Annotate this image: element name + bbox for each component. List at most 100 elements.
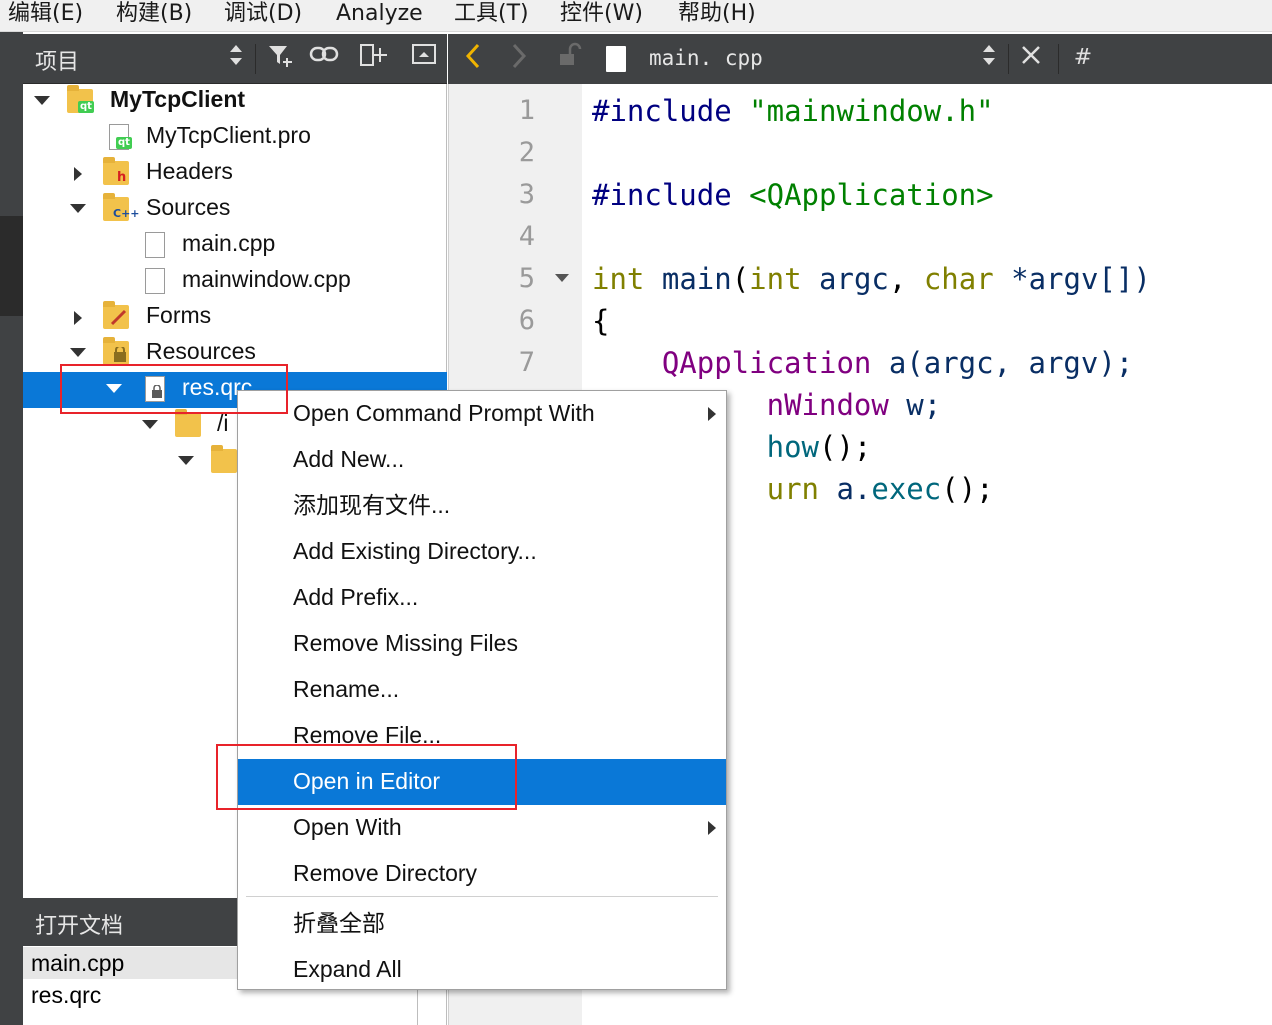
menu-debug[interactable]: 调试(D) xyxy=(224,0,302,30)
include-string: "mainwindow.h" xyxy=(749,94,994,128)
tree-item-main-cpp[interactable]: main.cpp xyxy=(23,228,447,264)
tree-item-forms[interactable]: Forms xyxy=(23,300,447,336)
menu-bar: 编辑(E) 构建(B) 调试(D) Analyze 工具(T) 控件(W) 帮助… xyxy=(0,0,1272,32)
menu-tools[interactable]: 工具(T) xyxy=(454,0,529,30)
include-string: <QApplication> xyxy=(749,178,994,212)
punctuation: , xyxy=(888,262,907,296)
line-number: 2 xyxy=(518,137,535,168)
collapse-arrow-icon[interactable] xyxy=(34,96,50,105)
menu-item-add-existing-files[interactable]: 添加现有文件... xyxy=(238,483,726,529)
project-panel-header: 项目 xyxy=(23,34,447,84)
editor-toolbar: main. cpp # xyxy=(448,34,1272,84)
class-name: QApplication xyxy=(661,346,872,380)
current-file-name[interactable]: main. cpp xyxy=(649,46,763,70)
keyword: int xyxy=(592,262,645,296)
preprocessor-directive: #include xyxy=(592,178,732,212)
symbol-hash-button[interactable]: # xyxy=(1068,42,1098,74)
menu-widgets[interactable]: 控件(W) xyxy=(560,0,643,30)
open-documents-title: 打开文档 xyxy=(35,914,124,939)
menu-item-open-with[interactable]: Open With xyxy=(238,805,726,851)
submenu-arrow-icon xyxy=(708,407,716,421)
mode-sidebar-active-marker xyxy=(0,216,23,316)
code-text: a(argc, argv); xyxy=(888,346,1134,380)
menu-item-rename[interactable]: Rename... xyxy=(238,667,726,713)
document-icon xyxy=(606,46,626,72)
class-name: nWindow xyxy=(766,388,889,422)
project-name: MyTcpClient xyxy=(110,86,246,112)
tree-item-headers[interactable]: h Headers xyxy=(23,156,447,192)
qt-pro-file-icon: qt xyxy=(109,124,132,150)
collapse-arrow-icon[interactable] xyxy=(70,204,86,213)
expand-arrow-icon[interactable] xyxy=(74,167,82,181)
annotation-highlight-box xyxy=(60,364,288,414)
prefix-folder-icon xyxy=(175,409,201,437)
menu-item-remove-missing-files[interactable]: Remove Missing Files xyxy=(238,621,726,667)
file-icon xyxy=(145,268,165,294)
menu-item-label: Open Command Prompt With xyxy=(293,400,595,426)
resources-folder-icon xyxy=(103,337,129,365)
toolbar-separator xyxy=(1008,44,1009,74)
collapse-arrow-icon[interactable] xyxy=(70,348,86,357)
main-cpp-label: main.cpp xyxy=(182,230,276,256)
parameter: *argv[]) xyxy=(1011,262,1151,296)
headers-folder-icon: h xyxy=(103,157,129,185)
tree-item-mainwindow-cpp[interactable]: mainwindow.cpp xyxy=(23,264,447,300)
subfolder-icon xyxy=(211,445,237,473)
filter-icon[interactable] xyxy=(263,42,297,74)
tree-item-pro-file[interactable]: qt MyTcpClient.pro xyxy=(23,120,447,156)
line-number: 7 xyxy=(518,347,535,378)
expand-arrow-icon[interactable] xyxy=(74,311,82,325)
menu-item-expand-all[interactable]: Expand All xyxy=(238,947,726,993)
line-number: 4 xyxy=(518,221,535,252)
prefix-label: /i xyxy=(217,410,229,436)
close-icon[interactable] xyxy=(1016,42,1046,74)
function-name: how xyxy=(766,430,819,464)
tree-item-project[interactable]: qt MyTcpClient xyxy=(23,84,447,120)
hide-panel-icon[interactable] xyxy=(407,42,441,74)
menu-item-label: Open With xyxy=(293,814,402,840)
mainwindow-cpp-label: mainwindow.cpp xyxy=(182,266,351,292)
headers-label: Headers xyxy=(146,158,233,184)
annotation-highlight-box xyxy=(216,744,517,810)
menu-help[interactable]: 帮助(H) xyxy=(678,0,756,30)
keyword: urn xyxy=(766,472,819,506)
code-line-1: #include "mainwindow.h" xyxy=(592,90,994,132)
toolbar-separator xyxy=(1058,44,1059,74)
function-name: main xyxy=(661,262,732,296)
menu-item-add-new[interactable]: Add New... xyxy=(238,437,726,483)
back-arrow-icon[interactable] xyxy=(460,42,486,74)
menu-analyze[interactable]: Analyze xyxy=(336,0,423,30)
menu-item-remove-directory[interactable]: Remove Directory xyxy=(238,851,726,897)
menu-item-collapse-all[interactable]: 折叠全部 xyxy=(238,901,726,947)
menu-item-add-existing-directory[interactable]: Add Existing Directory... xyxy=(238,529,726,575)
menu-edit[interactable]: 编辑(E) xyxy=(8,0,83,30)
lock-icon[interactable] xyxy=(554,42,584,74)
mode-sidebar xyxy=(0,32,23,1025)
split-add-icon[interactable] xyxy=(357,42,391,74)
submenu-arrow-icon xyxy=(708,821,716,835)
code-line-3: #include <QApplication> xyxy=(592,174,994,216)
code-text: (); xyxy=(819,430,872,464)
sources-folder-icon: C++ xyxy=(103,193,140,221)
forward-arrow-icon[interactable] xyxy=(506,42,532,74)
file-switch-arrows-icon[interactable] xyxy=(978,42,1000,74)
sort-arrows-icon[interactable] xyxy=(223,42,249,74)
collapse-arrow-icon[interactable] xyxy=(178,456,194,465)
tree-item-sources[interactable]: C++ Sources xyxy=(23,192,447,228)
forms-label: Forms xyxy=(146,302,212,328)
collapse-arrow-icon[interactable] xyxy=(142,420,158,429)
qt-badge: qt xyxy=(116,137,132,149)
link-icon[interactable] xyxy=(307,42,341,74)
menu-item-open-command-prompt[interactable]: Open Command Prompt With xyxy=(238,391,726,437)
line-number: 6 xyxy=(518,305,535,336)
resources-label: Resources xyxy=(146,338,256,364)
code-line-6: { xyxy=(592,304,610,338)
header-badge: h xyxy=(117,170,127,185)
menu-build[interactable]: 构建(B) xyxy=(116,0,192,30)
fold-arrow-icon[interactable] xyxy=(555,274,569,282)
code-text: a. xyxy=(836,472,872,506)
context-menu: Open Command Prompt With Add New... 添加现有… xyxy=(237,390,727,990)
cpp-badge: C++ xyxy=(113,207,140,220)
menu-item-add-prefix[interactable]: Add Prefix... xyxy=(238,575,726,621)
project-panel-title: 项目 xyxy=(35,50,80,75)
